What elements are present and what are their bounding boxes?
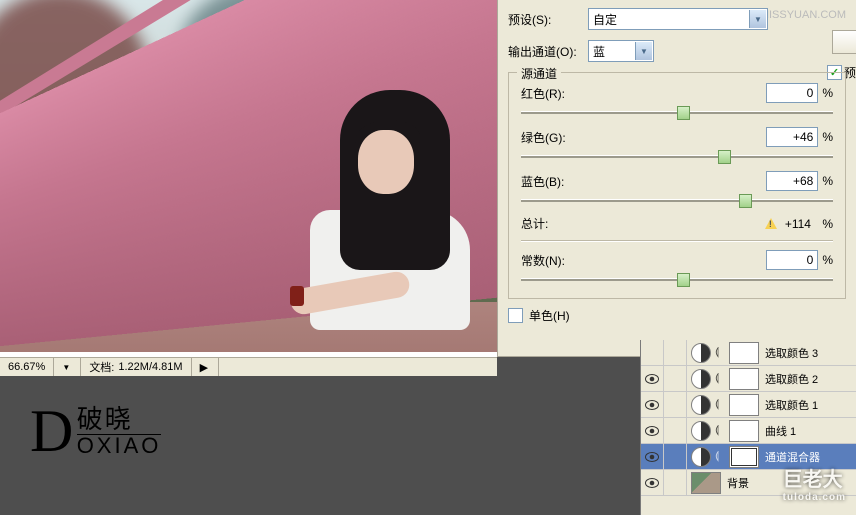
visibility-toggle[interactable] bbox=[641, 444, 664, 469]
layer-thumbnail bbox=[691, 472, 721, 494]
link-cell[interactable] bbox=[664, 418, 687, 443]
adjustment-icon bbox=[691, 369, 711, 389]
blue-input[interactable]: +68 bbox=[766, 171, 818, 191]
layer-mask[interactable] bbox=[729, 446, 759, 468]
zoom-level[interactable]: 66.67% bbox=[0, 358, 54, 376]
link-cell[interactable] bbox=[664, 366, 687, 391]
preset-select[interactable]: 自定▼ bbox=[588, 8, 768, 30]
dialog-button[interactable] bbox=[832, 30, 856, 54]
green-label: 绿色(G): bbox=[521, 129, 566, 146]
total-value: +114 bbox=[785, 217, 811, 231]
constant-input[interactable]: 0 bbox=[766, 250, 818, 270]
output-channel-select[interactable]: 蓝▼ bbox=[588, 40, 654, 62]
red-label: 红色(R): bbox=[521, 85, 565, 102]
adjustment-icon bbox=[691, 447, 711, 467]
visibility-toggle[interactable] bbox=[641, 418, 664, 443]
visibility-toggle[interactable] bbox=[641, 340, 664, 365]
red-input[interactable]: 0 bbox=[766, 83, 818, 103]
link-cell[interactable] bbox=[664, 392, 687, 417]
visibility-toggle[interactable] bbox=[641, 366, 664, 391]
document-canvas[interactable] bbox=[0, 0, 497, 357]
layer-mask[interactable] bbox=[729, 394, 759, 416]
layer-row[interactable]: ⟬ 选取颜色 2 bbox=[641, 366, 856, 392]
monochrome-checkbox[interactable]: 单色(H) bbox=[508, 307, 846, 324]
person-graphic bbox=[310, 90, 470, 350]
adjustment-icon bbox=[691, 395, 711, 415]
link-icon: ⟬ bbox=[715, 450, 725, 463]
blue-slider[interactable] bbox=[521, 191, 833, 209]
layer-mask[interactable] bbox=[729, 342, 759, 364]
doc-label: 文档: bbox=[89, 359, 114, 375]
link-icon: ⟬ bbox=[715, 372, 725, 385]
adjustment-icon bbox=[691, 343, 711, 363]
link-icon: ⟬ bbox=[715, 346, 725, 359]
channel-mixer-dialog: 思缘设计论坛 WWW.MISSYUAN.COM ✓预 预设(S): 自定▼ 输出… bbox=[497, 0, 856, 357]
green-input[interactable]: +46 bbox=[766, 127, 818, 147]
source-channels-group: 源通道 红色(R): 0% 绿色(G): +46% 蓝色(B): +68% bbox=[508, 72, 846, 299]
visibility-toggle[interactable] bbox=[641, 392, 664, 417]
link-icon: ⟬ bbox=[715, 424, 725, 437]
constant-label: 常数(N): bbox=[521, 252, 565, 269]
zoom-dropdown-icon[interactable]: ▼ bbox=[54, 358, 81, 376]
link-cell[interactable] bbox=[664, 444, 687, 469]
doc-info-dropdown-icon[interactable]: ▶ bbox=[192, 358, 219, 376]
chevron-down-icon: ▼ bbox=[635, 42, 652, 60]
layer-name: 曲线 1 bbox=[765, 423, 796, 439]
corner-watermark: 巨老大 tuloda.com bbox=[783, 463, 846, 503]
status-bar: 66.67% ▼ 文档: 1.22M/4.81M ▶ bbox=[0, 357, 497, 376]
source-legend: 源通道 bbox=[517, 65, 561, 82]
visibility-toggle[interactable] bbox=[641, 470, 664, 495]
warning-icon bbox=[765, 218, 777, 229]
total-label: 总计: bbox=[521, 215, 548, 232]
output-channel-label: 输出通道(O): bbox=[508, 43, 588, 60]
blue-label: 蓝色(B): bbox=[521, 173, 564, 190]
layer-mask[interactable] bbox=[729, 368, 759, 390]
link-cell[interactable] bbox=[664, 340, 687, 365]
layer-name: 选取颜色 1 bbox=[765, 397, 818, 413]
green-slider[interactable] bbox=[521, 147, 833, 165]
author-logo: D 破晓 OXIAO bbox=[30, 397, 161, 466]
layer-row[interactable]: ⟬ 选取颜色 1 bbox=[641, 392, 856, 418]
link-icon: ⟬ bbox=[715, 398, 725, 411]
adjustment-icon bbox=[691, 421, 711, 441]
layer-name: 选取颜色 2 bbox=[765, 371, 818, 387]
chevron-down-icon: ▼ bbox=[749, 10, 766, 28]
layer-row[interactable]: ⟬ 曲线 1 bbox=[641, 418, 856, 444]
link-cell[interactable] bbox=[664, 470, 687, 495]
constant-slider[interactable] bbox=[521, 270, 833, 288]
photo-preview bbox=[0, 0, 497, 352]
layer-name: 背景 bbox=[727, 475, 749, 491]
layer-name: 选取颜色 3 bbox=[765, 345, 818, 361]
layer-mask[interactable] bbox=[729, 420, 759, 442]
red-slider[interactable] bbox=[521, 103, 833, 121]
preset-label: 预设(S): bbox=[508, 11, 588, 28]
layer-row[interactable]: ⟬ 选取颜色 3 bbox=[641, 340, 856, 366]
doc-size: 1.22M/4.81M bbox=[118, 361, 182, 373]
